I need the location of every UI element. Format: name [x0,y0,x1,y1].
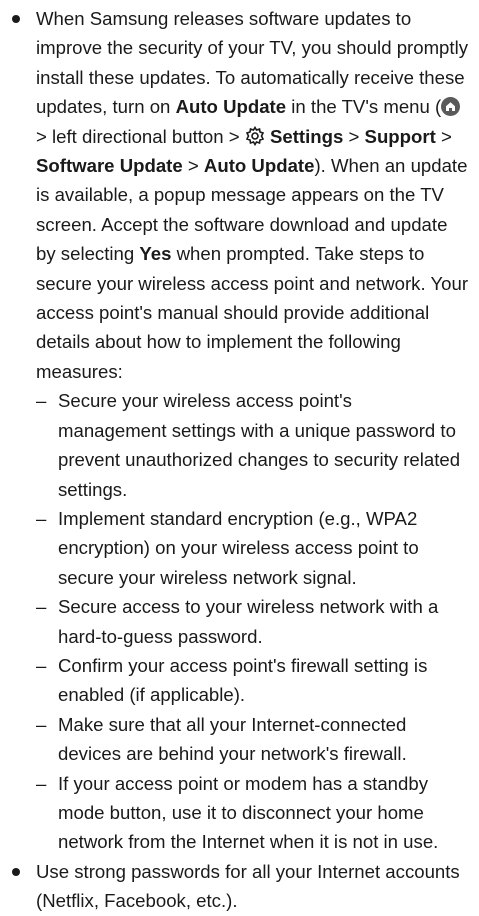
list-item: – Secure your wireless access point's ma… [36,386,471,504]
gear-icon [245,125,264,146]
menu-settings: Settings [269,125,344,147]
bullet-item-software-updates: When Samsung releases software updates t… [0,4,479,857]
list-item: – If your access point or modem has a st… [36,769,471,857]
bullet-item-strong-passwords: Use strong passwords for all your Intern… [0,857,479,916]
home-icon [441,97,461,117]
list-item: – Implement standard encryption (e.g., W… [36,504,471,592]
menu-software-update: Software Update [36,155,183,177]
menu-auto-update-2: Auto Update [203,155,315,177]
bullet-text: When Samsung releases software updates t… [36,8,469,382]
list-item: – Secure access to your wireless network… [36,592,471,651]
dash-marker: – [36,713,47,735]
bullet-dot [12,867,20,876]
dash-marker: – [36,654,47,676]
list-item: – Confirm your access point's firewall s… [36,651,471,710]
list-item: – Make sure that all your Internet-conne… [36,710,471,769]
dash-marker: – [36,390,47,412]
menu-support: Support [364,125,436,147]
dash-marker: – [36,507,47,529]
bullet-dot [12,15,20,23]
dash-marker: – [36,596,47,618]
measures-list: – Secure your wireless access point's ma… [36,386,471,857]
bullet-text: Use strong passwords for all your Intern… [36,860,460,912]
document-body: When Samsung releases software updates t… [0,4,479,916]
menu-auto-update: Auto Update [175,96,287,118]
yes-option: Yes [139,243,172,265]
dash-marker: – [36,772,47,794]
